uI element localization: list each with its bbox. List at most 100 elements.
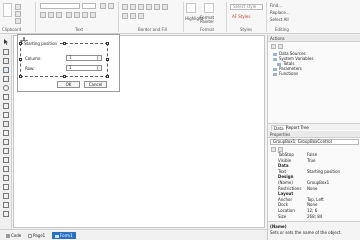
textbox-tool-icon[interactable] xyxy=(3,58,9,64)
property-category[interactable]: Design xyxy=(272,174,360,179)
property-row[interactable]: Restrictions None xyxy=(272,186,360,191)
property-row[interactable]: Location 12; 6 xyxy=(272,208,360,213)
tab-code[interactable]: Code xyxy=(6,232,21,239)
property-row[interactable]: Size 268; 84 xyxy=(272,214,360,219)
property-value: None xyxy=(307,202,318,208)
property-value: Starting position xyxy=(307,168,341,174)
highlight-button[interactable] xyxy=(186,3,196,13)
tab-tool-icon[interactable] xyxy=(3,175,9,181)
resize-handle[interactable] xyxy=(19,58,22,61)
property-name: Visible xyxy=(278,157,292,163)
align-right-icon[interactable] xyxy=(82,12,88,18)
line-color-icon[interactable] xyxy=(130,13,136,19)
property-name: Anchor xyxy=(278,196,293,202)
resize-handle[interactable] xyxy=(63,42,66,45)
column-spinner[interactable] xyxy=(97,56,101,60)
border-all-icon[interactable] xyxy=(154,4,160,10)
tab-report-tree[interactable]: Report Tree xyxy=(286,125,309,130)
tree-tool-icon[interactable] xyxy=(3,166,9,172)
property-row[interactable]: (Name) GroupBox1 xyxy=(272,180,360,185)
ok-button[interactable]: OK xyxy=(57,81,80,88)
text-color-icon[interactable] xyxy=(100,3,106,9)
border-left-icon[interactable] xyxy=(138,4,144,10)
border-top-icon[interactable] xyxy=(122,4,128,10)
tree-item-functions[interactable]: Functions xyxy=(273,71,298,76)
resize-handle[interactable] xyxy=(106,75,109,78)
tab-form1[interactable]: Form1 xyxy=(52,232,76,239)
line-width-icon[interactable] xyxy=(138,13,144,19)
border-right-icon[interactable] xyxy=(146,4,152,10)
property-name: Location xyxy=(278,208,295,213)
group-styles-label: Styles xyxy=(240,27,253,32)
align-left-icon[interactable] xyxy=(66,12,72,18)
calendar-tool-icon[interactable] xyxy=(3,193,9,199)
actions-toolbar-icon[interactable] xyxy=(271,44,276,49)
bold-icon[interactable] xyxy=(40,12,46,18)
radio-tool-icon[interactable] xyxy=(3,85,9,91)
delete-icon[interactable] xyxy=(15,18,21,24)
align-center-icon[interactable] xyxy=(74,12,80,18)
row-input[interactable]: 1 xyxy=(66,65,102,71)
row-value: 1 xyxy=(69,65,72,70)
row-spinner[interactable] xyxy=(97,66,101,70)
progress-tool-icon[interactable] xyxy=(3,184,9,190)
property-name: Restrictions xyxy=(278,185,302,191)
copy-icon[interactable] xyxy=(15,11,21,17)
actions-title: Actions xyxy=(270,36,285,41)
resize-handle[interactable] xyxy=(19,75,22,78)
groupbox-tool-icon[interactable] xyxy=(3,112,9,118)
property-row[interactable]: Anchor Top, Left xyxy=(272,197,360,202)
resize-handle[interactable] xyxy=(63,75,66,78)
checkbox-tool-icon[interactable] xyxy=(3,76,9,82)
column-input[interactable]: 1 xyxy=(66,55,102,61)
fill-color-icon[interactable] xyxy=(122,13,128,19)
underline-icon[interactable] xyxy=(56,12,62,18)
property-description: (Name) Sets or sets the name of the obje… xyxy=(268,221,360,240)
tab-page1[interactable]: Page1 xyxy=(28,232,45,239)
cancel-button[interactable]: Cancel xyxy=(84,81,107,88)
groupbox-starting-position[interactable]: Starting position Column: 1 Row: 1 xyxy=(19,41,109,78)
find-button[interactable]: Find... xyxy=(270,3,282,8)
property-row[interactable]: Visible True xyxy=(272,158,360,163)
panel-tool-icon[interactable] xyxy=(3,121,9,127)
border-none-icon[interactable] xyxy=(162,4,168,10)
paste-button[interactable] xyxy=(3,3,12,17)
style-select[interactable]: Select style xyxy=(230,4,263,10)
pointer-icon[interactable] xyxy=(3,39,9,45)
property-value: 12; 6 xyxy=(307,208,318,213)
replace-button[interactable]: Replace... xyxy=(270,10,290,15)
resize-handle[interactable] xyxy=(106,42,109,45)
object-selector[interactable]: GroupBox1: GroupBoxControl xyxy=(270,139,359,145)
border-bottom-icon[interactable] xyxy=(130,4,136,10)
group-text-label: Text xyxy=(75,27,84,32)
label-tool-icon[interactable] xyxy=(3,49,9,55)
code-icon xyxy=(6,234,10,238)
text-format-icon[interactable] xyxy=(108,3,114,9)
styles-button[interactable]: AF Styles xyxy=(232,14,250,19)
property-row[interactable]: Dock None xyxy=(272,202,360,207)
property-row[interactable]: Text Starting position xyxy=(272,169,360,174)
italic-icon[interactable] xyxy=(48,12,54,18)
actions-toolbar-icon[interactable] xyxy=(278,44,283,49)
numeric-tool-icon[interactable] xyxy=(3,139,9,145)
button-tool-icon[interactable] xyxy=(3,67,9,73)
property-row[interactable]: TabStop False xyxy=(272,152,360,157)
property-category[interactable]: Data xyxy=(272,163,360,168)
format-painter-button[interactable] xyxy=(204,3,214,13)
combobox-tool-icon[interactable] xyxy=(3,94,9,100)
resize-handle[interactable] xyxy=(19,42,22,45)
grid-tool-icon[interactable] xyxy=(3,157,9,163)
property-category[interactable]: Layout xyxy=(272,191,360,196)
resize-handle[interactable] xyxy=(106,58,109,61)
cut-icon[interactable] xyxy=(15,4,21,10)
picture-tool-icon[interactable] xyxy=(3,148,9,154)
select-all-button[interactable]: Select All xyxy=(270,17,289,22)
datetime-tool-icon[interactable] xyxy=(3,130,9,136)
rich-text-tool-icon[interactable] xyxy=(3,211,9,217)
listbox-tool-icon[interactable] xyxy=(3,103,9,109)
list-view-tool-icon[interactable] xyxy=(3,202,9,208)
font-name-combo[interactable] xyxy=(40,3,80,9)
font-size-combo[interactable] xyxy=(82,3,96,9)
property-name: Data xyxy=(278,163,289,169)
justify-icon[interactable] xyxy=(90,12,96,18)
